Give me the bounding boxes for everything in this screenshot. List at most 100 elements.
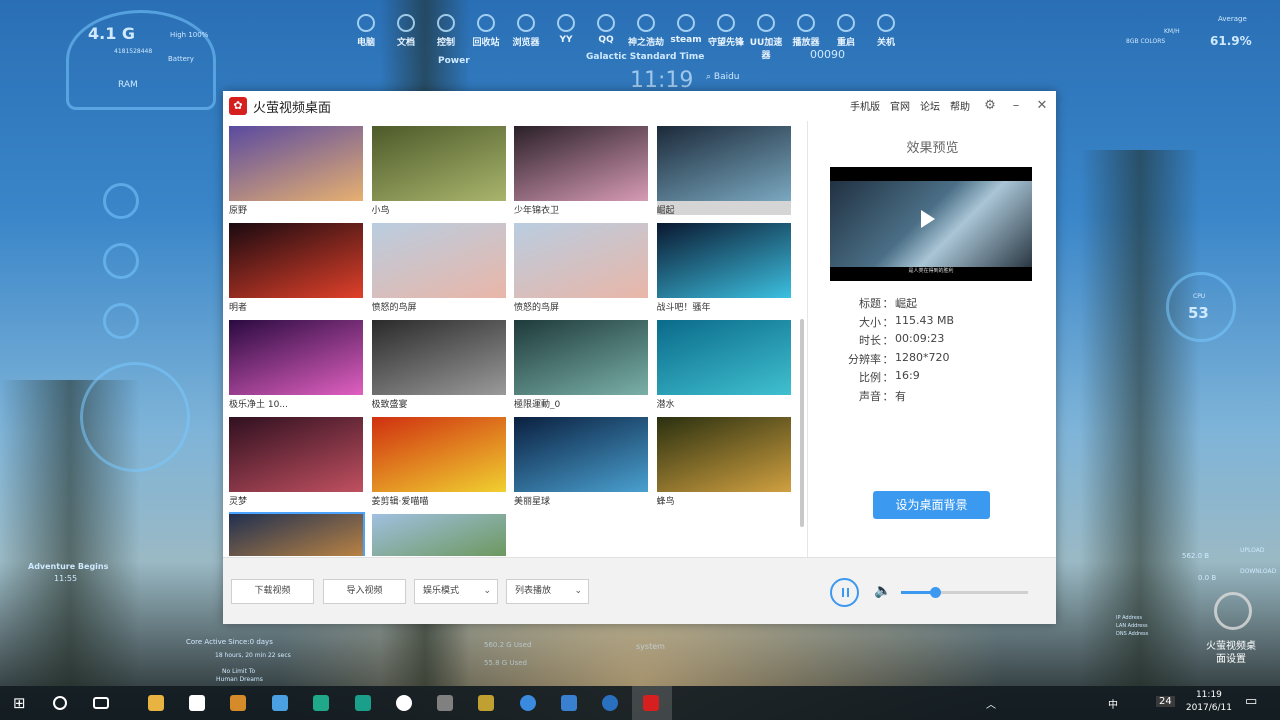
- desktop-shortcut[interactable]: 回收站: [468, 10, 504, 61]
- cpu-average: 61.9%: [1210, 34, 1252, 48]
- shortcut-label: 神之浩劫: [628, 38, 665, 48]
- video-tile[interactable]: 美丽星球: [514, 417, 648, 506]
- mobile-link[interactable]: 手机版: [850, 98, 880, 113]
- app-icon[interactable]: [230, 695, 246, 711]
- shortcut-icon: [677, 14, 695, 32]
- preview-thumbnail[interactable]: 是人类在得到的胜利: [830, 167, 1032, 281]
- info-separator: ：: [882, 297, 894, 310]
- video-tile[interactable]: 愤怒的鸟屏: [371, 223, 506, 312]
- desktop-shortcut[interactable]: 浏览器: [508, 10, 544, 61]
- tray-chevron-up-icon[interactable]: ︿: [986, 696, 996, 711]
- desktop-shortcut[interactable]: 文档: [388, 10, 424, 61]
- search-label: Baidu: [713, 72, 740, 82]
- info-row: 时长： 00:09:23: [841, 332, 954, 351]
- volume-icon[interactable]: 🔈: [874, 583, 891, 599]
- video-tile[interactable]: 極限運動_0: [514, 320, 648, 409]
- app-icon[interactable]: [272, 695, 288, 711]
- video-tile[interactable]: 极致盛宴: [371, 320, 506, 409]
- video-tile[interactable]: 崛起: [656, 126, 791, 215]
- task-view-icon[interactable]: [93, 697, 109, 709]
- desktop-shortcut[interactable]: 守望先锋: [708, 10, 744, 61]
- app-icon[interactable]: [520, 695, 536, 711]
- app-icon[interactable]: [561, 695, 577, 711]
- volume-knob[interactable]: [930, 587, 942, 598]
- shortcut-label: 文档: [396, 38, 415, 48]
- minimize-icon[interactable]: –: [1010, 98, 1022, 113]
- video-tile[interactable]: 姜剪辑·爱喵喵: [371, 417, 506, 506]
- title-bar[interactable]: ✿ 火萤视频桌面 手机版 官网 论坛 帮助 ⚙ – ✕: [223, 91, 1056, 121]
- video-tile[interactable]: 小鸟: [371, 126, 506, 215]
- app-icon[interactable]: [437, 695, 453, 711]
- video-tile[interactable]: 原野: [229, 126, 363, 215]
- firefly-desktop-settings[interactable]: 火萤视频桌 面设置: [1206, 640, 1256, 666]
- video-title: 潜水: [656, 400, 675, 409]
- settings-gear-icon[interactable]: [1214, 592, 1252, 630]
- desktop-shortcut[interactable]: 关机: [868, 10, 904, 61]
- video-title: 姜剪辑·爱喵喵: [371, 497, 429, 506]
- close-icon[interactable]: ✕: [1036, 98, 1048, 113]
- baidu-search[interactable]: ⌕ Baidu: [706, 72, 740, 82]
- video-tile[interactable]: 蜂鸟: [656, 417, 791, 506]
- info-separator: ：: [882, 352, 894, 366]
- video-tile[interactable]: 潜水: [656, 320, 791, 409]
- desktop-shortcut[interactable]: 电脑: [348, 10, 384, 61]
- app-icon[interactable]: [478, 695, 494, 711]
- cortana-icon[interactable]: [53, 696, 67, 710]
- color-depth: 8GB COLORS: [1126, 38, 1166, 45]
- video-thumbnail: [371, 320, 506, 395]
- desktop-shortcut[interactable]: UU加速器: [748, 10, 784, 61]
- shortcut-label: UU加速器: [749, 38, 783, 61]
- app-icon[interactable]: [313, 695, 329, 711]
- play-icon[interactable]: [921, 210, 935, 228]
- official-site-link[interactable]: 官网: [890, 98, 910, 113]
- download-label: DOWNLOAD: [1240, 568, 1277, 575]
- desktop-shortcut[interactable]: YY: [548, 10, 584, 61]
- windows-start-icon[interactable]: ⊞: [13, 694, 26, 712]
- gallery-scrollbar[interactable]: [800, 319, 804, 527]
- ime-indicator[interactable]: 中: [1108, 696, 1118, 711]
- help-link[interactable]: 帮助: [950, 98, 970, 113]
- hud-counter: 00090: [810, 48, 845, 61]
- playback-select-value: 列表播放: [515, 586, 552, 596]
- mode-select[interactable]: 娱乐模式 ⌄: [414, 579, 498, 604]
- video-tile[interactable]: [371, 514, 506, 556]
- video-tile[interactable]: 少年锦衣卫: [514, 126, 648, 215]
- playback-select[interactable]: 列表播放 ⌄: [506, 579, 589, 604]
- volume-slider[interactable]: [901, 587, 1028, 598]
- forum-link[interactable]: 论坛: [920, 98, 940, 113]
- action-center-icon[interactable]: ▭: [1245, 694, 1257, 709]
- file-explorer-icon[interactable]: [148, 695, 164, 711]
- video-thumbnail: [229, 512, 365, 556]
- gear-icon[interactable]: ⚙: [984, 98, 996, 113]
- info-separator: ：: [882, 371, 894, 384]
- firefly-app-icon[interactable]: [643, 695, 659, 711]
- chevron-down-icon: ⌄: [483, 586, 491, 596]
- desktop-shortcut[interactable]: 控制: [428, 10, 464, 61]
- app-icon[interactable]: [355, 695, 371, 711]
- info-value: 有: [895, 389, 906, 403]
- download-video-button[interactable]: 下载视频: [231, 579, 314, 604]
- system-clock[interactable]: 11:19 2017/6/11: [1186, 689, 1232, 715]
- notification-badge[interactable]: 24: [1156, 696, 1175, 707]
- video-title: 极乐净土 10...: [229, 400, 288, 409]
- info-value: 16:9: [895, 369, 920, 382]
- import-video-button[interactable]: 导入视频: [323, 579, 406, 604]
- video-tile[interactable]: 灵梦: [229, 417, 363, 506]
- set-wallpaper-button[interactable]: 设为桌面背景: [873, 491, 990, 519]
- shortcut-icon: [637, 14, 655, 32]
- core-time: 18 hours, 20 min 22 secs: [215, 652, 291, 659]
- video-tile[interactable]: 极乐净土 10...: [229, 320, 363, 409]
- shortcut-label: steam: [670, 35, 702, 45]
- app-icon[interactable]: [602, 695, 618, 711]
- app-icon[interactable]: [396, 695, 412, 711]
- pause-button[interactable]: [830, 578, 859, 607]
- video-title: 愤怒的鸟屏: [514, 303, 560, 312]
- video-tile[interactable]: 战斗吧！骚年: [656, 223, 791, 312]
- video-tile[interactable]: [229, 512, 365, 556]
- video-tile[interactable]: 明者: [229, 223, 363, 312]
- hud-node: [103, 243, 139, 279]
- info-row: 标题：崛起: [841, 295, 954, 314]
- video-tile[interactable]: 愤怒的鸟屏: [514, 223, 648, 312]
- hud-node: [103, 303, 139, 339]
- store-icon[interactable]: [189, 695, 205, 711]
